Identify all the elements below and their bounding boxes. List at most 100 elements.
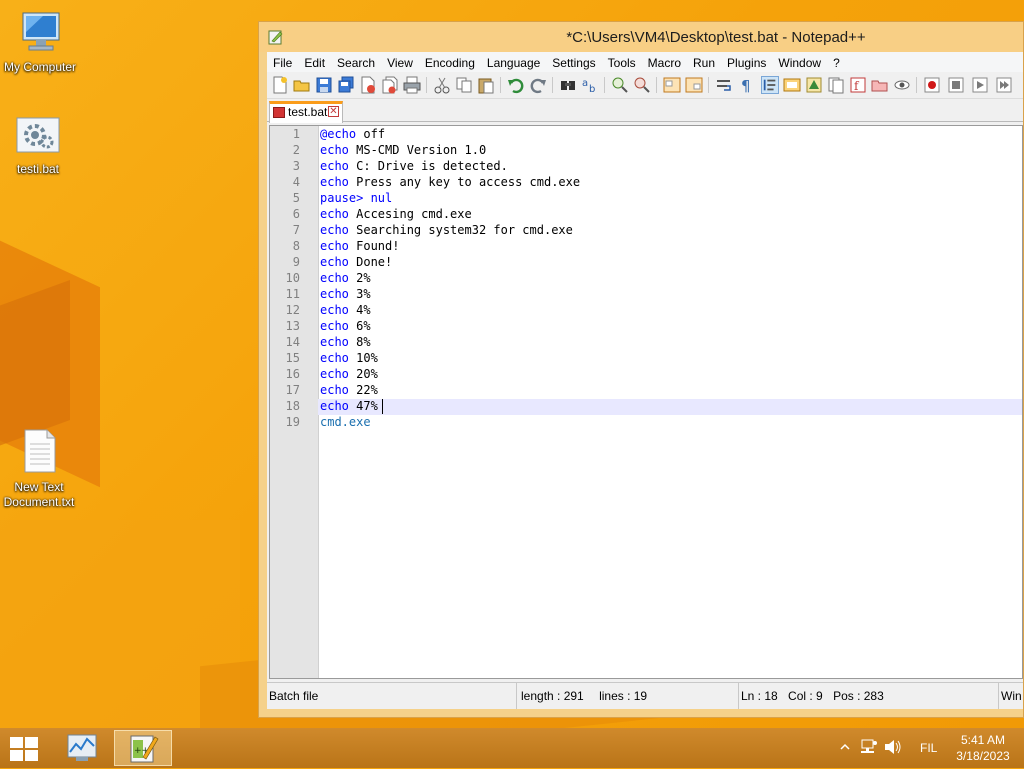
monitoring-icon[interactable] bbox=[893, 76, 911, 94]
network-icon[interactable] bbox=[860, 739, 878, 755]
status-length: length : 291 bbox=[521, 689, 584, 703]
clock[interactable]: 5:41 AM 3/18/2023 bbox=[942, 732, 1024, 764]
code-line: @echo off bbox=[320, 127, 385, 141]
editor-area[interactable]: 1 @echo off 2 echo MS-CMD Version 1.0 3 echo … bbox=[269, 125, 1023, 679]
code-text: 20% bbox=[348, 367, 378, 381]
new-file-icon[interactable] bbox=[271, 76, 289, 94]
code-keyword: echo bbox=[320, 367, 349, 381]
code-line: echo 20% bbox=[320, 367, 378, 381]
zoom-out-icon[interactable] bbox=[633, 76, 651, 94]
macro-stop-icon[interactable] bbox=[947, 76, 965, 94]
menu-file[interactable]: File bbox=[267, 52, 298, 72]
input-language[interactable]: FIL bbox=[920, 741, 937, 755]
menu-view[interactable]: View bbox=[381, 52, 419, 72]
code-line: echo Searching system32 for cmd.exe bbox=[320, 223, 573, 237]
desktop-icon-new-text-document[interactable]: New Text Document.txt bbox=[0, 428, 79, 510]
macro-play-icon[interactable] bbox=[971, 76, 989, 94]
tab-test-bat[interactable]: test.bat ✕ bbox=[269, 101, 343, 123]
toolbar-separator bbox=[604, 77, 605, 93]
find-icon[interactable] bbox=[559, 76, 577, 94]
toolbar-separator bbox=[656, 77, 657, 93]
title-bar[interactable]: *C:\Users\VM4\Desktop\test.bat - Notepad… bbox=[259, 22, 1023, 52]
menu-language[interactable]: Language bbox=[481, 52, 546, 72]
code-line: echo Found! bbox=[320, 239, 399, 253]
computer-icon bbox=[22, 12, 60, 51]
toolbar-separator bbox=[916, 77, 917, 93]
volume-icon[interactable] bbox=[884, 739, 902, 755]
menu-edit[interactable]: Edit bbox=[298, 52, 331, 72]
desktop-icon-label: New Text Document.txt bbox=[3, 480, 75, 509]
text-caret bbox=[382, 399, 383, 414]
line-number: 13 bbox=[285, 319, 300, 333]
line-number: 11 bbox=[285, 287, 300, 301]
macro-run-multiple-icon[interactable] bbox=[995, 76, 1013, 94]
batch-file-icon bbox=[16, 117, 60, 153]
taskbar-performance-monitor[interactable] bbox=[54, 730, 110, 766]
menu-encoding[interactable]: Encoding bbox=[419, 52, 481, 72]
replace-icon[interactable]: ab bbox=[581, 76, 599, 94]
status-ln: Ln : 18 bbox=[741, 689, 778, 703]
code-text: 10% bbox=[348, 351, 378, 365]
line-number: 7 bbox=[292, 223, 300, 237]
code-text: 22% bbox=[348, 383, 378, 397]
menu-search[interactable]: Search bbox=[331, 52, 381, 72]
close-file-icon[interactable] bbox=[359, 76, 377, 94]
indent-guide-icon[interactable] bbox=[761, 76, 779, 94]
tab-bar: test.bat ✕ bbox=[267, 99, 1023, 123]
show-all-characters-icon[interactable]: ¶ bbox=[737, 76, 755, 94]
line-number: 14 bbox=[285, 335, 300, 349]
sync-horizontal-icon[interactable] bbox=[685, 76, 703, 94]
taskbar-notepadpp[interactable]: ++ bbox=[114, 730, 172, 766]
line-number: 16 bbox=[285, 367, 300, 381]
menu-plugins[interactable]: Plugins bbox=[721, 52, 772, 72]
clock-time: 5:41 AM bbox=[960, 733, 1006, 747]
menu-run[interactable]: Run bbox=[687, 52, 721, 72]
code-line: cmd.exe bbox=[320, 415, 371, 429]
code-text: 47% bbox=[348, 399, 378, 413]
zoom-in-icon[interactable] bbox=[611, 76, 629, 94]
desktop-icon-my-computer[interactable]: My Computer bbox=[0, 10, 80, 74]
toolbar-separator bbox=[426, 77, 427, 93]
code-line: pause> nul bbox=[320, 191, 392, 205]
performance-monitor-icon bbox=[67, 734, 97, 761]
menu-help[interactable]: ? bbox=[827, 52, 846, 72]
paste-icon[interactable] bbox=[477, 76, 495, 94]
toolbar-separator bbox=[708, 77, 709, 93]
open-file-icon[interactable] bbox=[293, 76, 311, 94]
menu-macro[interactable]: Macro bbox=[642, 52, 687, 72]
line-number: 1 bbox=[292, 127, 300, 141]
show-hidden-icons-icon[interactable] bbox=[840, 742, 850, 752]
close-all-icon[interactable] bbox=[381, 76, 399, 94]
undo-icon[interactable] bbox=[507, 76, 525, 94]
toolbar-separator bbox=[552, 77, 553, 93]
redo-icon[interactable] bbox=[529, 76, 547, 94]
macro-record-icon[interactable] bbox=[923, 76, 941, 94]
tab-close-icon[interactable]: ✕ bbox=[328, 106, 339, 117]
line-number: 6 bbox=[292, 207, 300, 221]
sync-vertical-icon[interactable] bbox=[663, 76, 681, 94]
print-icon[interactable] bbox=[403, 76, 421, 94]
document-list-icon[interactable] bbox=[827, 76, 845, 94]
code-line: echo C: Drive is detected. bbox=[320, 159, 508, 173]
save-icon[interactable] bbox=[315, 76, 333, 94]
menu-window[interactable]: Window bbox=[772, 52, 827, 72]
status-length-lines: length : 291 lines : 19 bbox=[517, 683, 739, 709]
desktop-icon-testi-bat[interactable]: testi.bat bbox=[0, 116, 78, 176]
line-number: 8 bbox=[292, 239, 300, 253]
function-list-icon[interactable]: f bbox=[849, 76, 867, 94]
document-map-icon[interactable] bbox=[805, 76, 823, 94]
cut-icon[interactable] bbox=[433, 76, 451, 94]
folder-as-workspace-icon[interactable] bbox=[871, 76, 889, 94]
windows-start-icon[interactable] bbox=[10, 737, 38, 761]
word-wrap-icon[interactable] bbox=[715, 76, 733, 94]
menu-settings[interactable]: Settings bbox=[546, 52, 601, 72]
copy-icon[interactable] bbox=[455, 76, 473, 94]
code-line: echo 4% bbox=[320, 303, 371, 317]
current-line-highlight bbox=[318, 399, 1022, 415]
menu-tools[interactable]: Tools bbox=[602, 52, 642, 72]
save-all-icon[interactable] bbox=[337, 76, 355, 94]
define-language-icon[interactable] bbox=[783, 76, 801, 94]
code-keyword: echo bbox=[320, 255, 349, 269]
line-number: 18 bbox=[285, 399, 300, 413]
code-line: echo 3% bbox=[320, 287, 371, 301]
